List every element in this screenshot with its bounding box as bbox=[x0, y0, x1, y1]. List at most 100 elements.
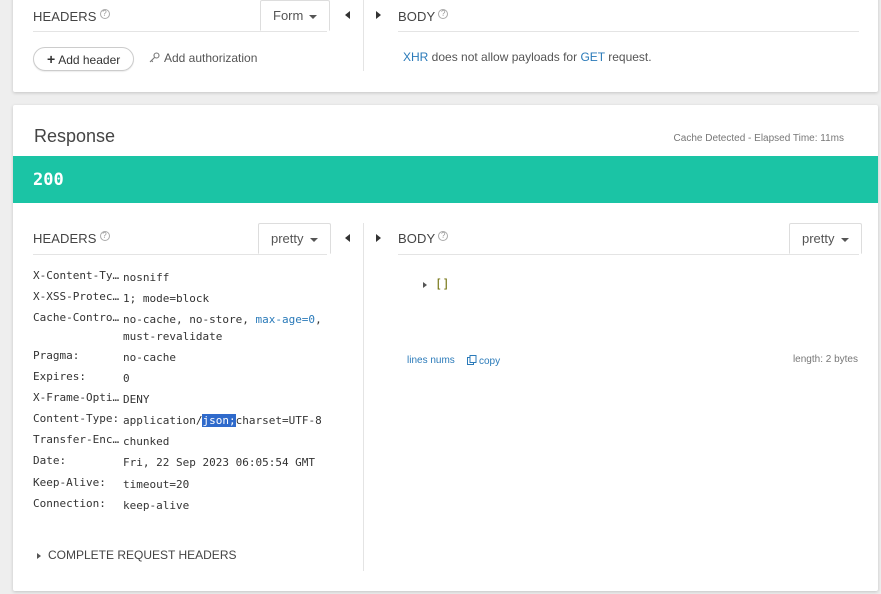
chevron-down-icon bbox=[309, 14, 318, 19]
request-headers-title: HEADERS? bbox=[33, 9, 110, 24]
header-value: no-cache, no-store, max-age=0, must-reva… bbox=[123, 311, 333, 349]
request-headers-mode-label: Form bbox=[273, 8, 304, 23]
header-value-part: application/ bbox=[123, 414, 203, 427]
help-icon[interactable]: ? bbox=[438, 231, 449, 241]
request-panel: HEADERS? Form BODY? + Add header Add auth… bbox=[13, 0, 878, 92]
header-value: Fri, 22 Sep 2023 06:05:54 GMT bbox=[123, 456, 316, 469]
max-age-link[interactable]: max-age=0 bbox=[255, 313, 315, 326]
header-row: X-Content-Ty… nosniff bbox=[33, 269, 333, 290]
header-key: Keep-Alive: bbox=[33, 476, 106, 489]
selected-text: json; bbox=[202, 414, 236, 427]
header-value-part: charset=UTF-8 bbox=[235, 414, 322, 427]
header-row: Content-Type: application/json;charset=U… bbox=[33, 412, 333, 433]
xhr-link[interactable]: XHR bbox=[403, 50, 428, 64]
response-body-mode-label: pretty bbox=[802, 231, 835, 246]
response-headers-mode-label: pretty bbox=[271, 231, 304, 246]
header-value: no-cache bbox=[123, 351, 176, 364]
xhr-payload-message: XHR does not allow payloads for GET requ… bbox=[403, 50, 652, 64]
xhr-message-text: does not allow payloads for bbox=[428, 50, 581, 64]
request-body-title: BODY? bbox=[398, 9, 449, 24]
response-title: Response bbox=[34, 126, 116, 146]
complete-request-headers-label: COMPLETE REQUEST HEADERS bbox=[48, 548, 237, 562]
elapsed-time-meta: Cache Detected - Elapsed Time: 11ms bbox=[673, 133, 844, 144]
collapse-right-icon[interactable] bbox=[376, 234, 381, 242]
header-value: DENY bbox=[123, 393, 150, 406]
panel-splitter bbox=[363, 223, 364, 571]
header-value-part: no-cache, no-store, bbox=[123, 313, 256, 326]
json-body-viewer: [] bbox=[423, 277, 449, 291]
response-panel: Response Cache Detected - Elapsed Time: … bbox=[13, 105, 878, 591]
complete-request-headers-toggle[interactable]: COMPLETE REQUEST HEADERS bbox=[37, 548, 236, 562]
help-icon[interactable]: ? bbox=[99, 231, 110, 241]
header-row: Expires: 0 bbox=[33, 370, 333, 391]
expand-icon[interactable] bbox=[423, 281, 427, 288]
header-key: Date: bbox=[33, 454, 67, 467]
add-header-label: Add header bbox=[58, 53, 121, 67]
header-key: Connection: bbox=[33, 497, 106, 510]
header-key: Pragma: bbox=[33, 349, 80, 362]
header-key: Transfer-Enc… bbox=[33, 433, 120, 446]
header-value: keep-alive bbox=[123, 499, 190, 512]
header-key: X-Content-Ty… bbox=[33, 269, 120, 282]
lines-nums-link[interactable]: lines nums bbox=[407, 355, 455, 366]
header-row: X-Frame-Opti… DENY bbox=[33, 391, 333, 412]
get-method-link[interactable]: GET bbox=[580, 50, 604, 64]
response-body-label: BODY bbox=[398, 231, 436, 246]
copy-label: copy bbox=[479, 356, 501, 367]
panel-splitter bbox=[363, 0, 364, 71]
xhr-message-end: request. bbox=[604, 50, 652, 64]
request-headers-label: HEADERS bbox=[33, 9, 97, 24]
copy-link[interactable]: copy bbox=[467, 355, 500, 367]
header-value: 1; mode=block bbox=[123, 292, 210, 305]
header-key: Expires: bbox=[33, 370, 86, 383]
add-header-button[interactable]: + Add header bbox=[33, 47, 135, 71]
help-icon[interactable]: ? bbox=[438, 9, 449, 19]
status-bar: 200 bbox=[13, 156, 878, 203]
divider bbox=[33, 254, 327, 255]
header-value-part: , bbox=[315, 313, 322, 326]
header-key: Cache-Contro… bbox=[33, 311, 120, 324]
header-row: Transfer-Enc… chunked bbox=[33, 433, 333, 454]
collapse-right-icon[interactable] bbox=[376, 11, 381, 19]
response-headers-label: HEADERS bbox=[33, 231, 97, 246]
body-length: length: 2 bytes bbox=[792, 354, 858, 365]
plus-icon: + bbox=[47, 51, 56, 67]
divider bbox=[398, 31, 859, 32]
header-value: application/json;charset=UTF-8 bbox=[123, 412, 333, 433]
header-value: timeout=20 bbox=[123, 478, 190, 491]
chevron-down-icon bbox=[840, 237, 849, 242]
divider bbox=[33, 31, 327, 32]
header-row: X-XSS-Protec… 1; mode=block bbox=[33, 290, 333, 311]
json-array: [] bbox=[435, 277, 450, 291]
add-authorization-link[interactable]: Add authorization bbox=[149, 51, 257, 65]
request-headers-mode-dropdown[interactable]: Form bbox=[260, 0, 331, 31]
response-headers-mode-dropdown[interactable]: pretty bbox=[258, 223, 331, 254]
header-row: Pragma: no-cache bbox=[33, 349, 333, 370]
add-authorization-label: Add authorization bbox=[164, 51, 258, 65]
header-key: X-Frame-Opti… bbox=[33, 391, 120, 404]
divider bbox=[398, 254, 859, 255]
help-icon[interactable]: ? bbox=[99, 9, 110, 19]
header-value: chunked bbox=[123, 435, 170, 448]
copy-icon bbox=[467, 355, 477, 365]
header-row: Date: Fri, 22 Sep 2023 06:05:54 GMT bbox=[33, 454, 333, 476]
response-body-mode-dropdown[interactable]: pretty bbox=[789, 223, 862, 254]
chevron-down-icon bbox=[309, 237, 318, 242]
header-row: Cache-Contro… no-cache, no-store, max-ag… bbox=[33, 311, 333, 349]
response-headers-title: HEADERS? bbox=[33, 231, 110, 246]
header-row: Keep-Alive: timeout=20 bbox=[33, 476, 333, 497]
header-value: nosniff bbox=[123, 271, 170, 284]
expand-icon bbox=[37, 552, 41, 559]
collapse-left-icon[interactable] bbox=[345, 11, 350, 19]
header-key: Content-Type: bbox=[33, 412, 120, 425]
collapse-left-icon[interactable] bbox=[345, 234, 350, 242]
header-value-part: must-revalidate bbox=[123, 330, 223, 343]
status-code: 200 bbox=[33, 170, 64, 190]
header-value: 0 bbox=[123, 372, 130, 385]
request-body-label: BODY bbox=[398, 9, 436, 24]
header-row: Connection: keep-alive bbox=[33, 497, 333, 518]
response-headers-table: X-Content-Ty… nosniff X-XSS-Protec… 1; m… bbox=[33, 269, 333, 518]
header-key: X-XSS-Protec… bbox=[33, 290, 120, 303]
key-icon bbox=[149, 52, 160, 63]
response-body-title: BODY? bbox=[398, 231, 449, 246]
